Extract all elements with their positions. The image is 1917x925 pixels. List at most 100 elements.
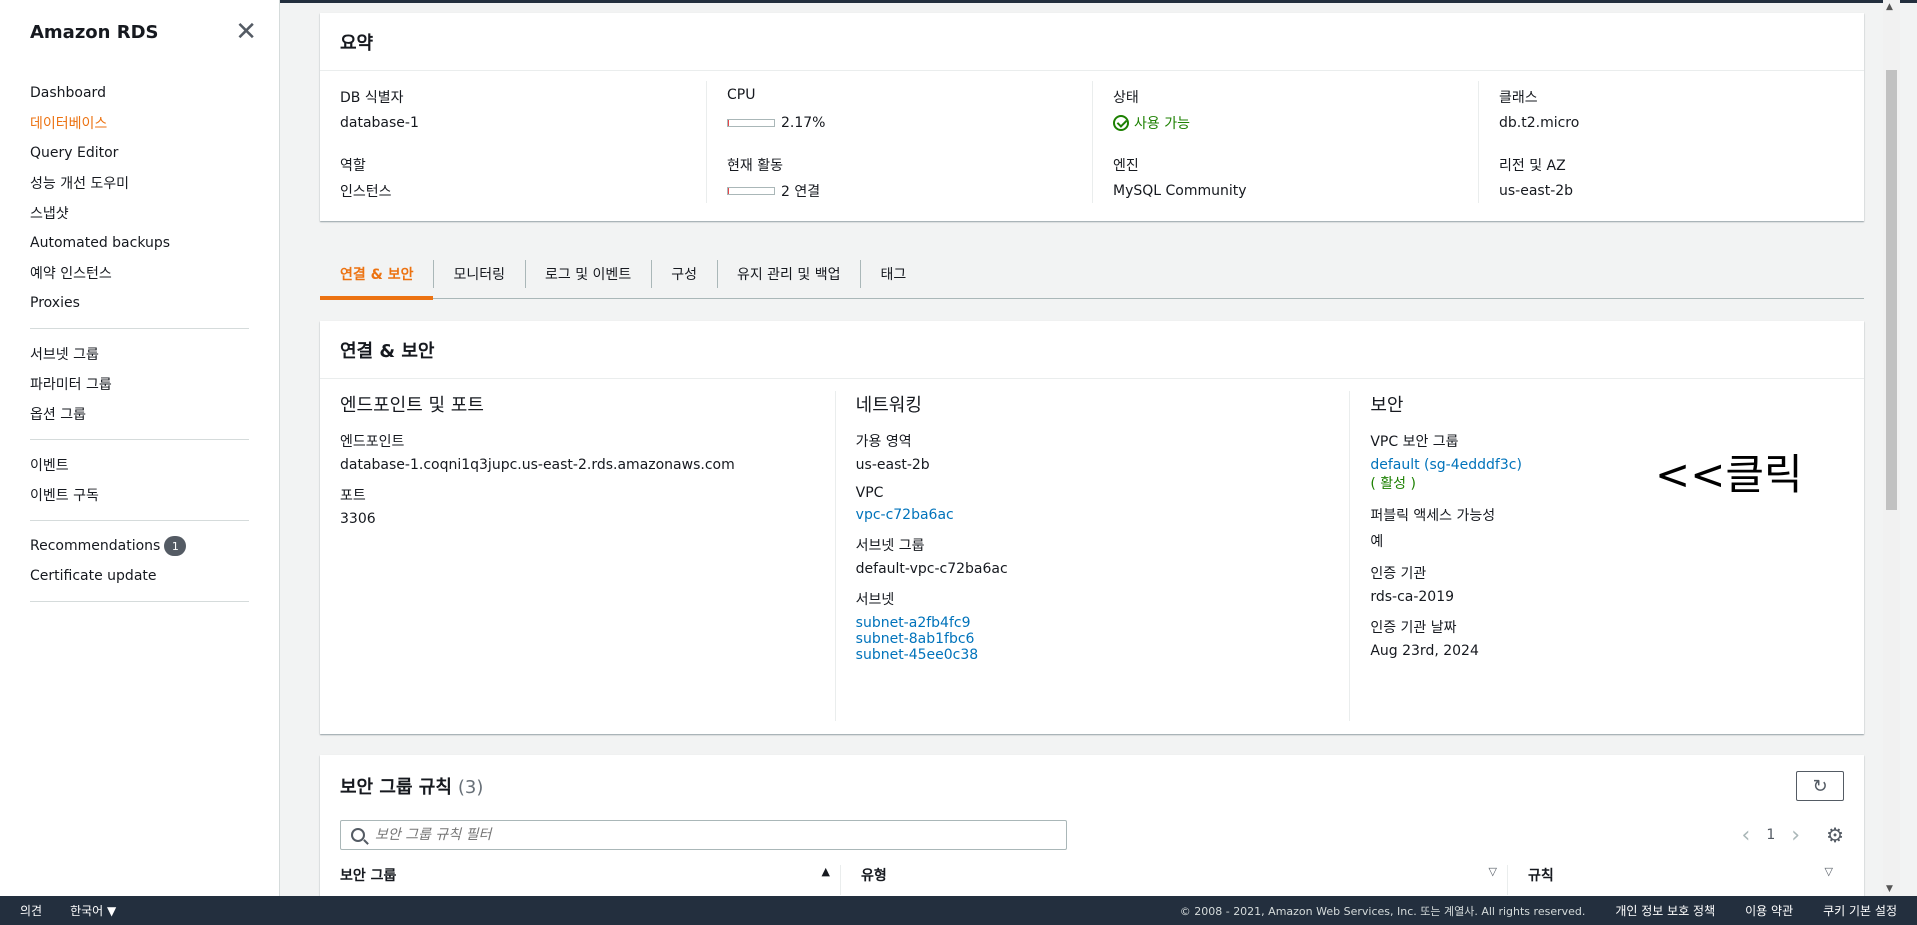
sidebar-item[interactable]: 스냅샷 [30,198,249,228]
column-label: 규칙 [1528,868,1554,884]
sidebar-item[interactable]: 이벤트 구독 [30,480,249,510]
summary-col-cpu: CPU 2.17% 현재 활동 2 연결 [706,81,1092,203]
sidebar-item-label: 스냅샷 [30,206,69,222]
cpu-meter [727,119,775,127]
feedback-link[interactable]: 의견 [20,902,42,919]
tab[interactable]: 연결 & 보안 [320,250,434,300]
port-value: 3306 [340,511,376,527]
db-id-label: DB 식별자 [340,90,404,106]
refresh-button[interactable]: ↻ [1796,771,1844,801]
summary-col-class: 클래스 db.t2.micro 리전 및 AZ us-east-2b [1478,81,1864,203]
subnet-link[interactable]: subnet-45ee0c38 [856,647,1330,663]
scroll-down-icon[interactable]: ▼ [1886,884,1893,894]
scroll-thumb[interactable] [1886,70,1897,510]
gear-icon[interactable]: ⚙ [1826,823,1844,847]
sidebar-item[interactable]: 옵션 그룹 [30,399,249,429]
caret-down-icon: ▼ [107,904,117,918]
sidebar-title: Amazon RDS [30,21,159,43]
subnets-list: subnet-a2fb4fc9 subnet-8ab1fbc6 subnet-45e… [856,615,1330,663]
az-label: 가용 영역 [855,434,912,450]
tab[interactable]: 로그 및 이벤트 [525,250,651,298]
pagination: ‹ 1 › ⚙ [1742,823,1844,848]
tab[interactable]: 모니터링 [433,250,525,298]
endpoint-column: 엔드포인트 및 포트 엔드포인트 database-1.coqni1q3jupc… [320,391,835,721]
privacy-link[interactable]: 개인 정보 보호 정책 [1615,902,1715,919]
sidebar-item-label: Certificate update [30,568,157,584]
cookies-link[interactable]: 쿠키 기본 설정 [1823,902,1897,919]
endpoint-value: database-1.coqni1q3jupc.us-east-2.rds.am… [340,457,735,473]
activity-meter [727,187,775,195]
terms-link[interactable]: 이용 약관 [1745,902,1793,919]
close-icon[interactable]: ✕ [235,19,257,45]
sidebar-item[interactable]: Automated backups [30,228,249,258]
sidebar-item-label: Dashboard [30,85,106,101]
region-label: 리전 및 AZ [1499,158,1566,174]
status-value: 사용 가능 [1113,111,1458,135]
sidebar-item-label: Automated backups [30,235,171,251]
security-section-title: 보안 [1370,395,1404,416]
cpu-meter-fill [728,120,729,126]
sidebar-item[interactable]: Recommendations 1 [30,531,249,561]
column-type[interactable]: 유형 ▽ [841,865,1508,895]
tab[interactable]: 유지 관리 및 백업 [716,250,861,298]
sidebar-item[interactable]: Query Editor [30,138,249,168]
scroll-up-icon[interactable]: ▲ [1886,2,1893,12]
networking-column: 네트워킹 가용 영역 us-east-2b VPC vpc-c72ba6ac 서… [834,391,1350,721]
class-label: 클래스 [1499,90,1538,106]
class-value: db.t2.micro [1499,115,1580,131]
rules-search-input[interactable] [375,827,1055,843]
engine-value: MySQL Community [1113,183,1247,199]
sidebar-item[interactable]: Dashboard [30,78,249,108]
sidebar-item-label: 예약 인스턴스 [30,266,112,282]
subnet-link[interactable]: subnet-a2fb4fc9 [856,615,1330,631]
rules-search[interactable] [340,820,1067,850]
subnet-link[interactable]: subnet-8ab1fbc6 [856,631,1330,647]
tab[interactable]: 구성 [651,250,717,298]
rules-table-header: 보안 그룹 ▲ 유형 ▽ 규칙 ▽ [320,865,1864,895]
activity-text: 2 연결 [781,184,821,200]
rules-title: 보안 그룹 규칙 (3) [340,773,483,799]
column-rule[interactable]: 규칙 ▽ [1508,865,1843,895]
sidebar-item[interactable]: 파라미터 그룹 [30,369,249,399]
role-value: 인스턴스 [340,184,392,200]
sort-icon: ▽ [1824,865,1833,878]
public-access-value: 예 [1370,534,1384,550]
search-icon [351,828,365,842]
sidebar-item[interactable]: 서브넷 그룹 [30,339,249,369]
sidebar-item[interactable]: 이벤트 [30,450,249,480]
scrollbar[interactable]: ▲ ▼ [1883,0,1900,896]
ca-date-value: Aug 23rd, 2024 [1370,643,1479,659]
prev-page-icon[interactable]: ‹ [1742,823,1751,848]
endpoint-label: 엔드포인트 [340,434,405,450]
sidebar-item[interactable]: Certificate update [30,561,249,591]
main-content: 요약 DB 식별자 database-1 역할 인스턴스 CPU 2.17% 현… [281,0,1900,896]
endpoint-section-title: 엔드포인트 및 포트 [340,395,484,416]
subnet-group-label: 서브넷 그룹 [855,538,925,554]
vpc-link[interactable]: vpc-c72ba6ac [856,507,1330,523]
sidebar-item-label: 서브넷 그룹 [30,347,99,363]
port-label: 포트 [340,488,366,504]
subnet-group-value: default-vpc-c72ba6ac [855,561,1008,577]
summary-col-status: 상태 사용 가능 엔진 MySQL Community [1092,81,1478,203]
summary-panel: 요약 DB 식별자 database-1 역할 인스턴스 CPU 2.17% 현… [320,13,1864,221]
sidebar-header: Amazon RDS ✕ [0,0,279,64]
sidebar-item[interactable]: 예약 인스턴스 [30,258,249,288]
cpu-label: CPU [727,87,756,103]
check-circle-icon [1113,115,1129,131]
sidebar-item-label: 데이터베이스 [30,116,108,132]
tab[interactable]: 태그 [860,250,926,298]
next-page-icon[interactable]: › [1791,823,1800,848]
sidebar-nav: Dashboard 데이터베이스 Query Editor 성능 개선 도우미스냅샷 A… [0,64,279,602]
sidebar-item[interactable]: 데이터베이스 [30,108,249,138]
sidebar-item[interactable]: Proxies [30,288,249,318]
rules-count: (3) [457,777,484,798]
detail-tabs: 연결 & 보안 모니터링 로그 및 이벤트 구성 유지 관리 및 백업 태그 [320,250,1864,300]
column-security-group[interactable]: 보안 그룹 ▲ [340,865,841,895]
networking-section-title: 네트워킹 [855,395,922,416]
ca-value: rds-ca-2019 [1370,589,1455,605]
language-selector[interactable]: 한국어 ▼ [70,902,116,919]
sidebar-item[interactable]: 성능 개선 도우미 [30,168,249,198]
engine-label: 엔진 [1113,158,1139,174]
activity-meter-fill [728,188,729,194]
current-page[interactable]: 1 [1766,827,1775,843]
